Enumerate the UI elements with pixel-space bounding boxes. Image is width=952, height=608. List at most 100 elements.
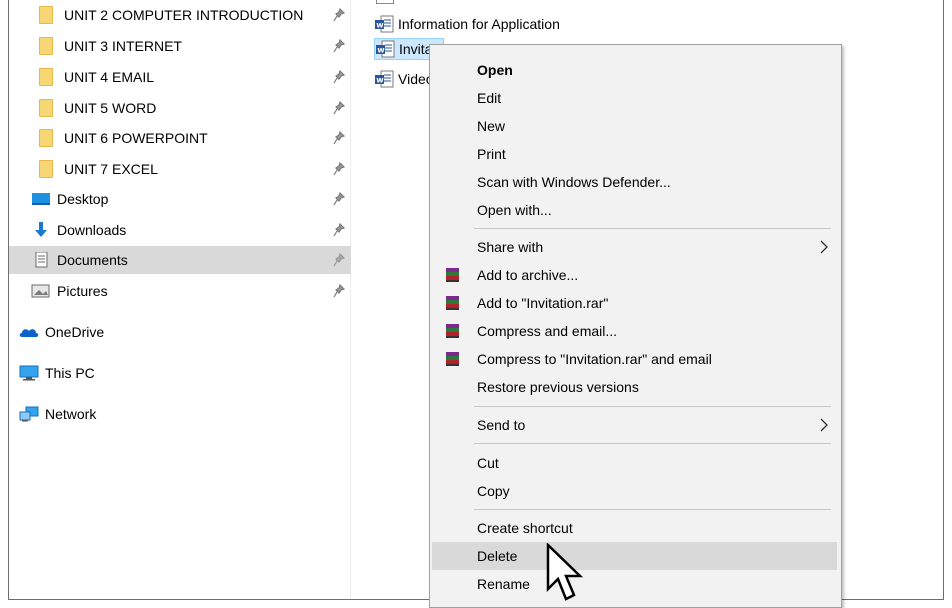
menu-item-label: Compress and email... [477,323,618,339]
pin-icon [333,101,345,115]
menu-item-label: Copy [477,483,510,499]
menu-item-rename[interactable]: Rename [432,570,837,598]
desktop-icon [32,193,50,205]
menu-item-open-with[interactable]: Open with... [432,196,837,224]
menu-item-add-to-archive[interactable]: Add to archive... [432,261,837,289]
winrar-icon [446,352,459,366]
nav-item-unit-3[interactable]: UNIT 3 INTERNET [9,32,351,60]
menu-item-label: Open [477,62,513,78]
pin-icon [333,253,345,267]
folder-icon [39,68,53,86]
nav-item-this-pc[interactable]: This PC [9,359,351,387]
svg-text:w: w [376,76,384,85]
menu-separator [474,228,831,229]
file-information-for-application[interactable]: w Information for Application [374,13,564,35]
pin-icon [333,131,345,145]
navigation-pane: UNIT 2 COMPUTER INTRODUCTION UNIT 3 INTE… [9,0,351,599]
nav-item-unit-6[interactable]: UNIT 6 POWERPOINT [9,124,351,152]
menu-separator [474,509,831,510]
nav-item-label: This PC [45,365,95,381]
nav-item-pictures[interactable]: Pictures [9,277,351,305]
nav-item-label: UNIT 7 EXCEL [64,161,158,177]
menu-item-label: Add to "Invitation.rar" [477,295,609,311]
folder-icon [39,37,53,55]
chevron-right-icon [820,418,828,432]
menu-item-new[interactable]: New [432,112,837,140]
nav-item-unit-5[interactable]: UNIT 5 WORD [9,94,351,122]
pin-icon [333,223,345,237]
file-name: Information for Application [398,16,560,32]
nav-item-label: UNIT 5 WORD [64,100,157,116]
folder-icon [39,160,53,178]
menu-item-label: Share with [477,239,544,255]
menu-item-label: Restore previous versions [477,379,639,395]
winrar-icon [446,324,459,338]
menu-item-edit[interactable]: Edit [432,84,837,112]
nav-item-unit-7[interactable]: UNIT 7 EXCEL [9,155,351,183]
nav-item-network[interactable]: Network [9,400,351,428]
chevron-right-icon [820,240,828,254]
menu-item-print[interactable]: Print [432,140,837,168]
menu-item-scan-defender[interactable]: Scan with Windows Defender... [432,168,837,196]
network-icon [19,406,39,422]
nav-item-downloads[interactable]: Downloads [9,216,351,244]
word-doc-icon: w [376,40,395,58]
context-menu: Open Edit New Print Scan with Windows De… [429,44,842,608]
nav-item-label: Downloads [57,222,127,238]
pin-icon [333,284,345,298]
winrar-icon [446,268,459,282]
mouse-cursor-icon [546,543,584,601]
menu-item-send-to[interactable]: Send to [432,411,837,439]
menu-item-label: New [477,118,506,134]
nav-item-label: Documents [57,252,128,268]
nav-item-label: OneDrive [45,324,105,340]
this-pc-icon [19,365,39,381]
nav-item-label: UNIT 2 COMPUTER INTRODUCTION [64,7,304,23]
menu-item-label: Print [477,146,506,162]
menu-item-add-to-rar[interactable]: Add to "Invitation.rar" [432,289,837,317]
winrar-icon [446,296,459,310]
nav-item-label: Pictures [57,283,108,299]
pin-icon [333,39,345,53]
svg-text:w: w [376,21,384,30]
menu-item-label: Add to archive... [477,267,579,283]
menu-item-create-shortcut[interactable]: Create shortcut [432,514,837,542]
menu-item-label: Cut [477,455,499,471]
menu-item-compress-email[interactable]: Compress and email... [432,317,837,345]
nav-item-onedrive[interactable]: OneDrive [9,318,351,346]
menu-separator [474,406,831,407]
menu-item-label: Create shortcut [477,520,573,536]
pin-icon [333,192,345,206]
menu-item-compress-rar-email[interactable]: Compress to "Invitation.rar" and email [432,345,837,373]
pin-icon [333,70,345,84]
menu-item-label: Scan with Windows Defender... [477,174,671,190]
nav-item-label: UNIT 6 POWERPOINT [64,130,208,146]
menu-item-share-with[interactable]: Share with [432,233,837,261]
menu-item-restore-versions[interactable]: Restore previous versions [432,373,837,401]
download-icon [35,222,47,237]
file-icon-partial [376,0,394,4]
menu-item-label: Send to [477,417,526,433]
pictures-icon [31,284,50,298]
menu-item-copy[interactable]: Copy [432,477,837,505]
pin-icon [333,8,345,22]
nav-item-unit-2[interactable]: UNIT 2 COMPUTER INTRODUCTION [9,1,351,29]
onedrive-icon [19,329,39,337]
menu-item-label: Open with... [477,202,552,218]
menu-item-label: Delete [477,548,518,564]
documents-icon [35,252,48,268]
pin-icon [333,162,345,176]
nav-item-unit-4[interactable]: UNIT 4 EMAIL [9,63,351,91]
menu-item-delete[interactable]: Delete [432,542,837,570]
menu-item-cut[interactable]: Cut [432,449,837,477]
svg-text:w: w [377,46,385,55]
word-doc-icon: w [375,70,394,88]
folder-icon [39,129,53,147]
nav-item-desktop[interactable]: Desktop [9,185,351,213]
menu-item-label: Edit [477,90,502,106]
word-doc-icon: w [375,15,394,33]
nav-item-documents[interactable]: Documents [9,246,351,274]
menu-item-label: Compress to "Invitation.rar" and email [477,351,712,367]
menu-item-open[interactable]: Open [432,56,837,84]
folder-icon [39,6,53,24]
